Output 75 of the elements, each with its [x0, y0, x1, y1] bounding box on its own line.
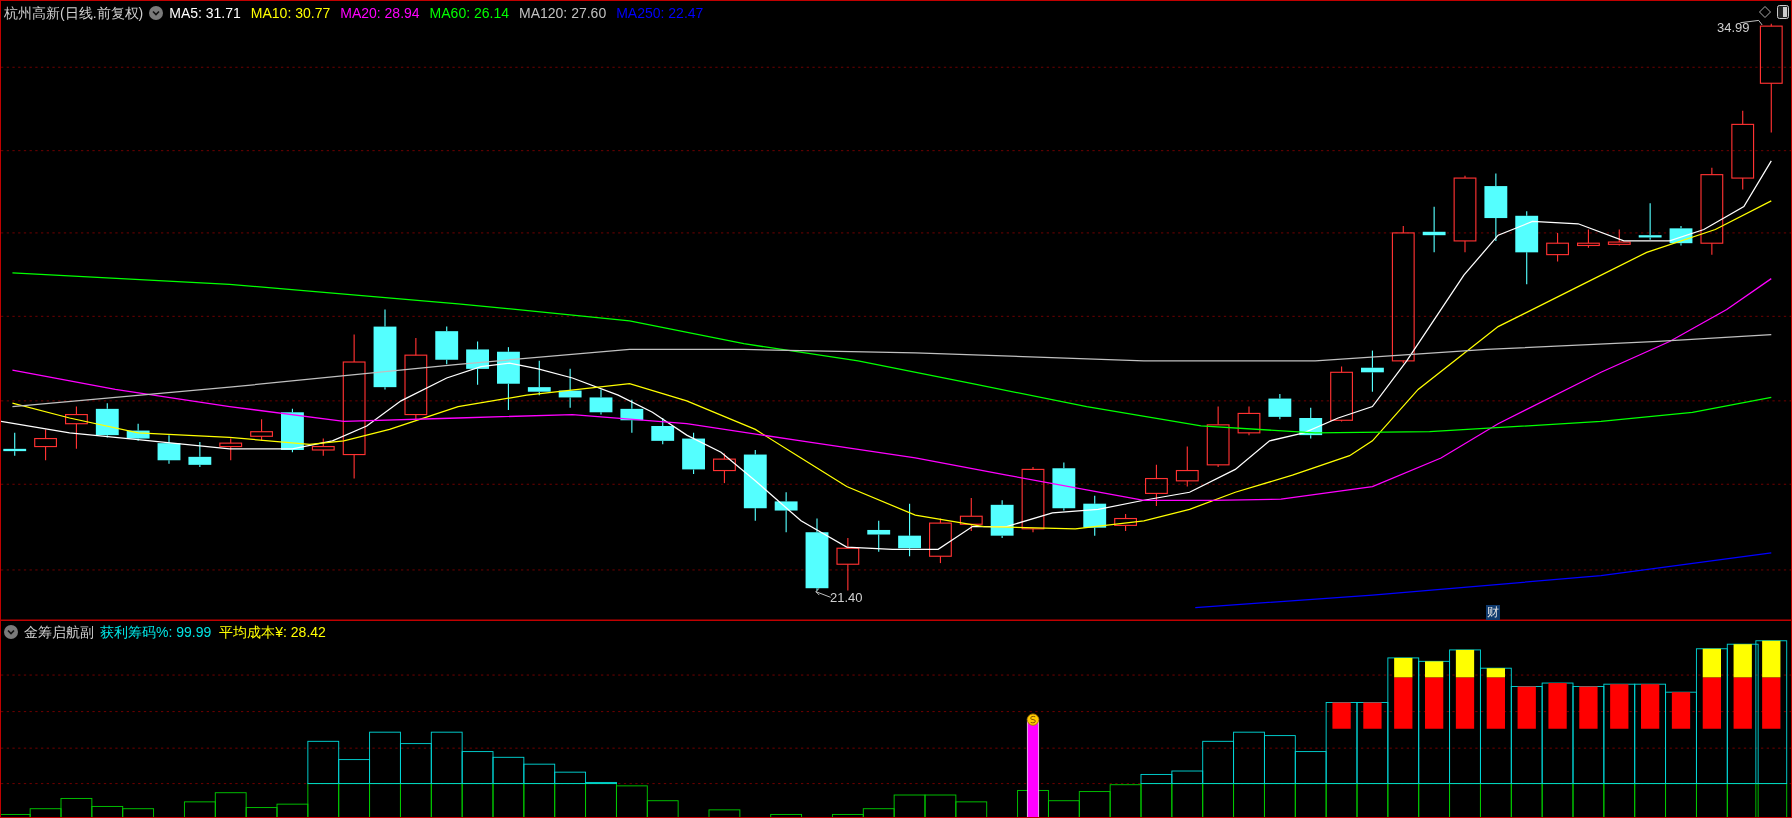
- candlestick: [929, 517, 952, 564]
- candlestick: [1546, 232, 1569, 263]
- moving-average-label: MA10: 30.77: [250, 4, 331, 22]
- candlestick: [836, 537, 860, 592]
- candlestick: [990, 499, 1014, 539]
- candlestick: [65, 406, 88, 450]
- indicator-bar: [1109, 784, 1142, 817]
- panel-toggle-icon[interactable]: [1777, 5, 1789, 19]
- candlestick: [1422, 206, 1446, 253]
- dropdown-icon[interactable]: [149, 6, 164, 20]
- moving-average-label: MA20: 28.94: [340, 4, 420, 22]
- moving-average-label: MA120: 27.60: [519, 4, 607, 22]
- indicator-bar: [554, 771, 587, 817]
- candlestick: [1114, 513, 1137, 532]
- candlestick: [1577, 228, 1600, 249]
- candlestick: [682, 432, 705, 475]
- candlestick: [497, 346, 520, 411]
- leader-line: [815, 587, 832, 598]
- coin-icon: [1026, 713, 1040, 726]
- candlestick: [1607, 228, 1631, 247]
- candlestick: [250, 418, 273, 442]
- candlestick: [527, 360, 551, 396]
- candlestick: [311, 438, 335, 457]
- candlestick: [1021, 466, 1045, 533]
- candlestick: [1206, 406, 1230, 468]
- candlestick: [651, 417, 675, 445]
- candlestick: [466, 340, 489, 386]
- candlestick: [1330, 366, 1353, 422]
- candlestick: [713, 452, 736, 484]
- candlestick: [774, 491, 798, 533]
- candlestick: [1083, 495, 1107, 537]
- indicator-bar: [122, 808, 155, 817]
- candlestick: [589, 388, 613, 416]
- candlestick: [558, 368, 582, 409]
- indicator-bar: [492, 756, 525, 817]
- candlestick: [219, 438, 243, 461]
- indicator-title: 金筹启航副: [24, 623, 94, 641]
- candlestick: [620, 399, 644, 434]
- low-price-label: 21.40: [830, 590, 863, 606]
- moving-average-label: MA60: 26.14: [429, 4, 509, 22]
- candlestick: [959, 497, 983, 532]
- indicator-bar: [1140, 774, 1173, 817]
- candlestick: [1299, 407, 1323, 440]
- candlestick: [126, 423, 150, 442]
- indicator-bar: [461, 751, 494, 817]
- diamond-icon[interactable]: [1759, 6, 1771, 18]
- candlestick: [1638, 202, 1662, 241]
- candlestick: [898, 503, 921, 557]
- moving-average-label: MA250: 22.47: [616, 4, 704, 22]
- candlestick: [34, 428, 57, 461]
- moving-average-label: MA5: 31.71: [169, 4, 241, 22]
- candlestick: [1052, 462, 1076, 512]
- candlestick: [867, 520, 891, 553]
- dropdown-icon[interactable]: [4, 625, 18, 639]
- candlestick: [1175, 446, 1199, 488]
- indicator-value: 获利筹码%: 99.99: [100, 623, 212, 641]
- candlestick: [1237, 406, 1261, 436]
- candlestick: [1268, 393, 1292, 420]
- indicator-bar: [523, 763, 556, 817]
- candlestick: [157, 434, 181, 465]
- indicator-bar: [708, 809, 741, 817]
- finance-badge[interactable]: 财: [1486, 605, 1500, 620]
- indicator-value: 平均成本¥: 28.42: [219, 623, 326, 641]
- candlestick: [188, 441, 212, 468]
- indicator-bar: [585, 782, 617, 817]
- candlestick: [1361, 350, 1384, 393]
- candlestick: [1669, 225, 1693, 247]
- candlestick: [3, 432, 27, 457]
- indicator-bar: [770, 813, 803, 817]
- chart-title: 杭州高新(日线.前复权): [4, 4, 144, 22]
- candlestick: [435, 326, 459, 365]
- candlestick: [1484, 172, 1508, 242]
- high-price-label: 34.99: [1717, 20, 1750, 36]
- candlestick: [95, 402, 119, 438]
- candlestick: [1145, 464, 1168, 507]
